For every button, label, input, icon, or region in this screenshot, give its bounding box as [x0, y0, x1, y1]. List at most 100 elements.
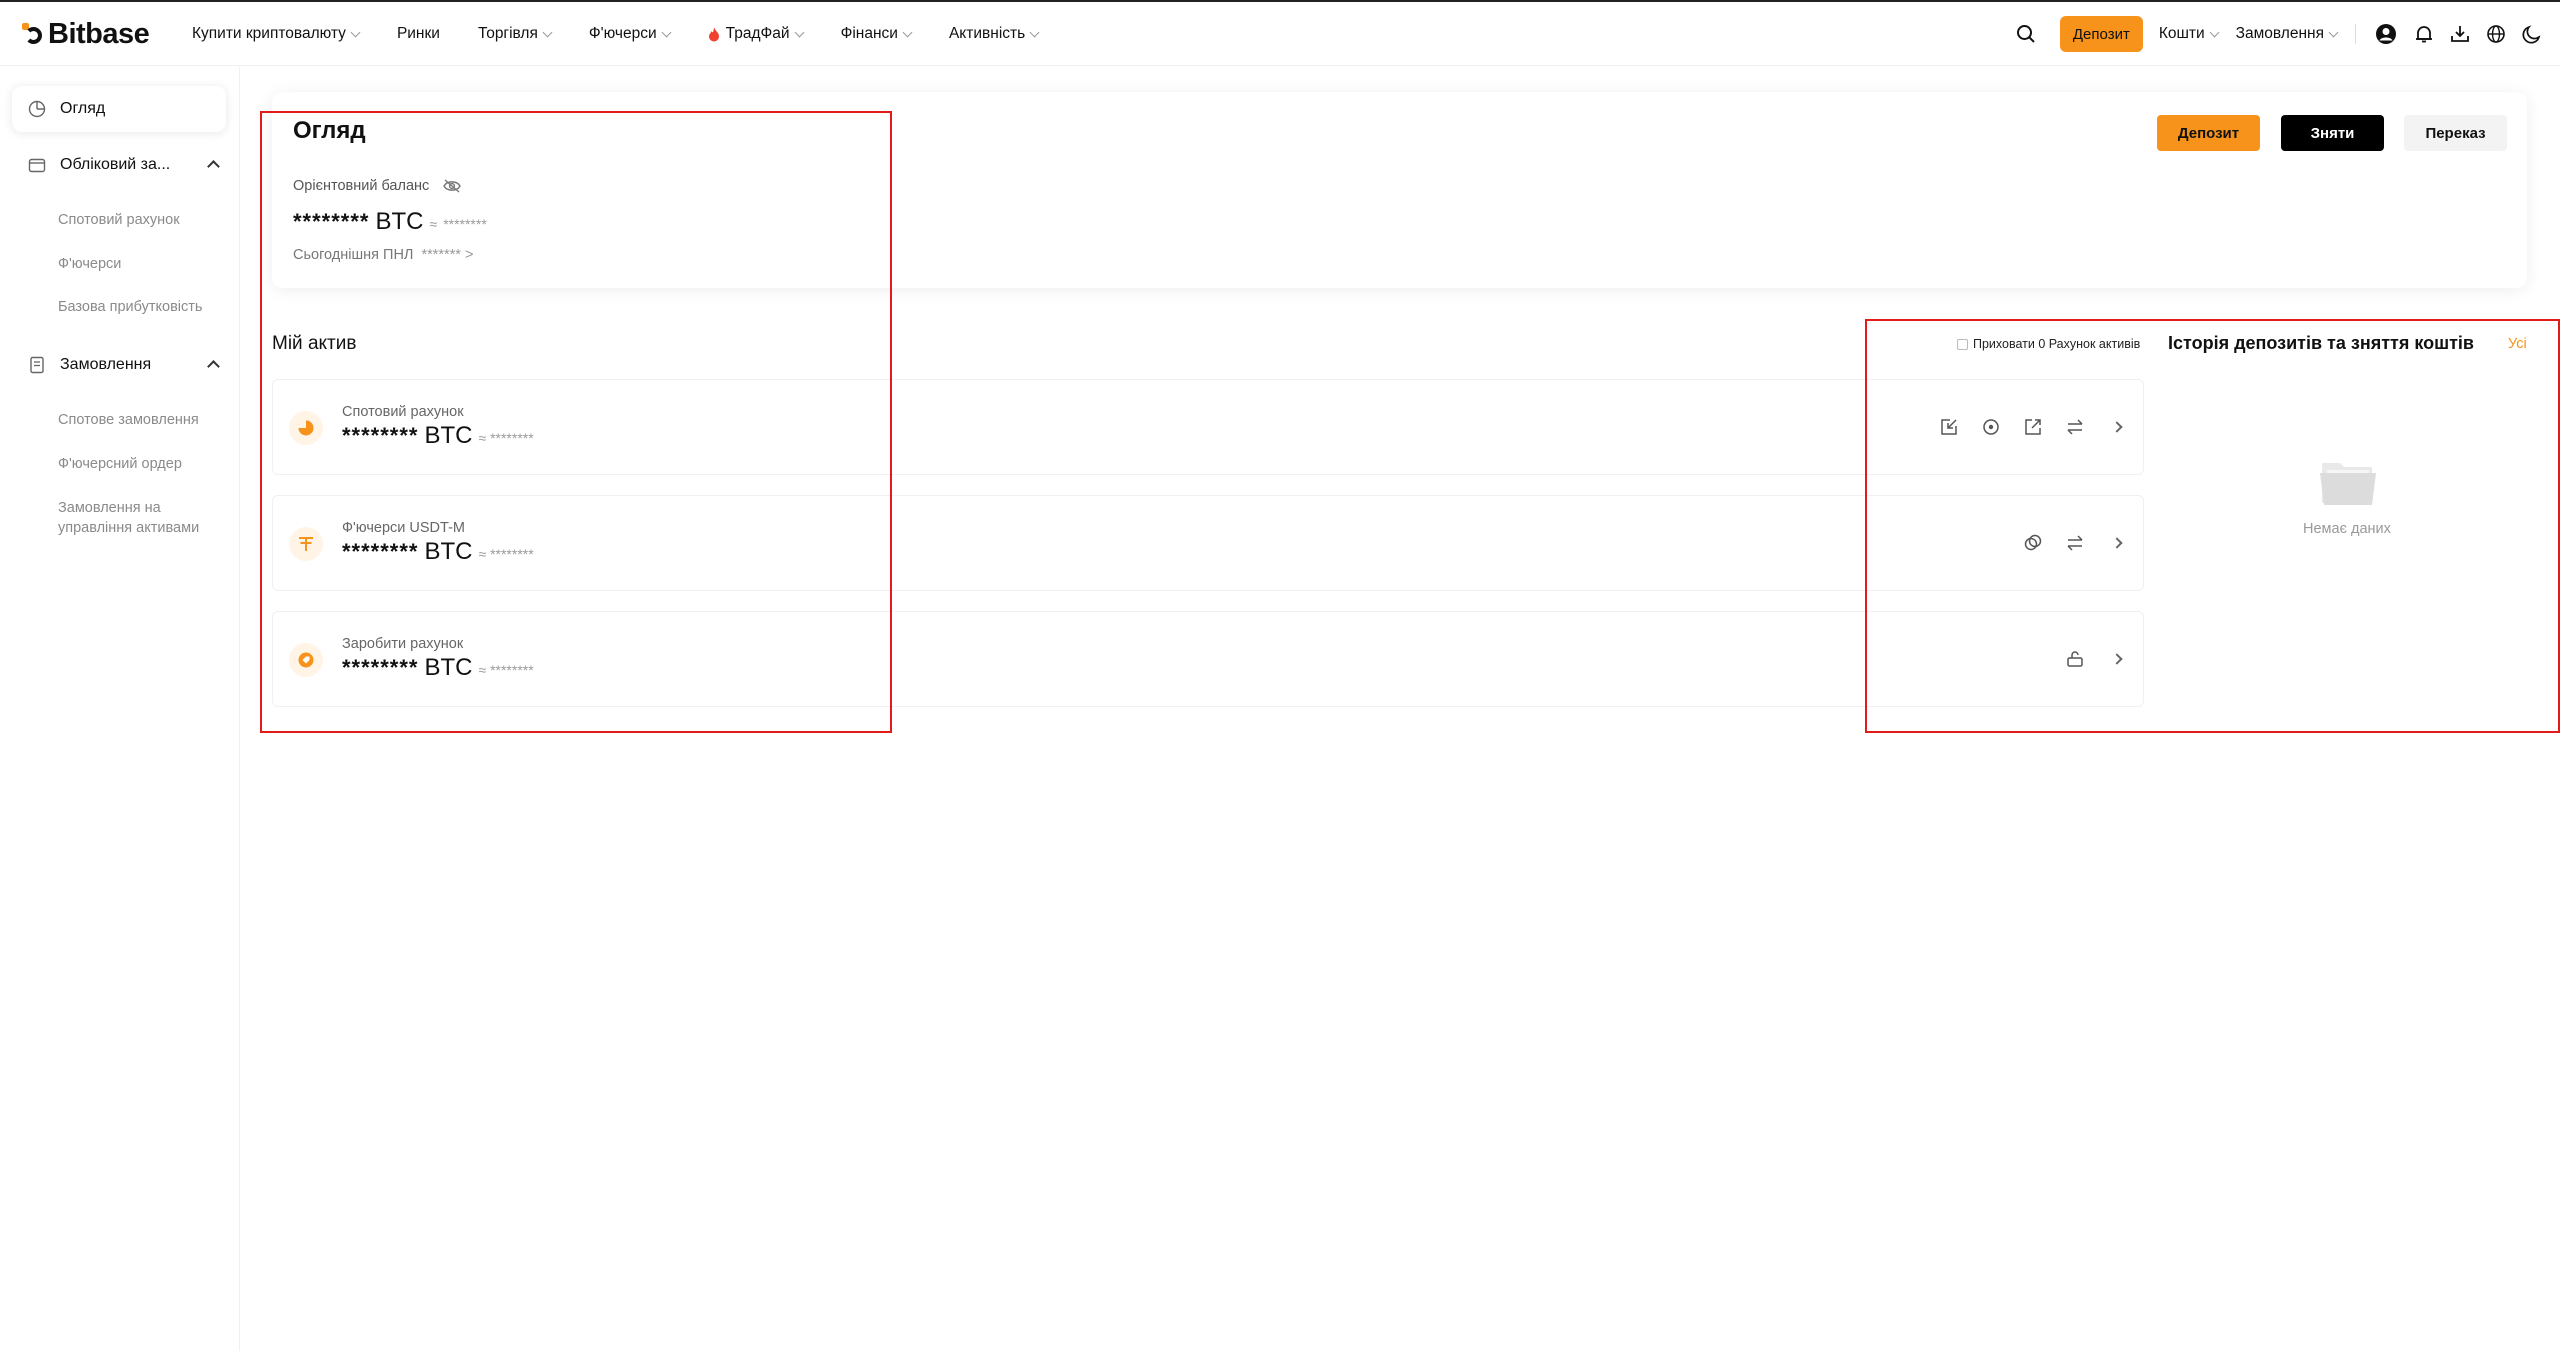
deposit-button[interactable]: Депозит — [2157, 115, 2260, 151]
sidebar-item-spot-orders[interactable]: Спотове замовлення — [58, 410, 199, 430]
header-funds-menu[interactable]: Кошти — [2158, 25, 2220, 43]
sidebar-group-orders[interactable]: Замовлення — [28, 356, 220, 374]
header-orders-menu[interactable]: Замовлення — [2236, 25, 2339, 43]
user-icon[interactable] — [2374, 22, 2398, 46]
nav-label: Активність — [948, 25, 1026, 42]
chevron-down-icon — [661, 27, 672, 37]
withdraw-out-icon[interactable] — [2023, 417, 2043, 437]
asset-name: Ф'ючерси USDT-M — [342, 520, 465, 536]
nav-finance[interactable]: Фінанси — [840, 25, 913, 43]
top-header: Bitbase Купити криптовалюту Ринки Торгів… — [0, 2, 2560, 66]
chevron-down-icon — [2209, 27, 2220, 37]
transfer-icon[interactable] — [2065, 417, 2085, 437]
asset-value: ******** BTC ≈ ******** — [342, 654, 534, 682]
nav-label: Ф'ючерси — [588, 25, 657, 42]
chevron-right-icon[interactable] — [2107, 649, 2127, 669]
asset-actions — [2023, 530, 2127, 556]
chevron-down-icon — [2328, 27, 2339, 37]
balance-hidden: ******** — [293, 209, 370, 234]
history-all-link[interactable]: Усі — [2508, 336, 2527, 352]
nav-markets[interactable]: Ринки — [397, 25, 440, 43]
asset-value-hidden: ******** — [342, 539, 419, 564]
asset-actions — [2065, 646, 2127, 672]
sidebar-item-base-yield[interactable]: Базова прибутковість — [58, 297, 202, 317]
chevron-up-icon — [207, 360, 220, 373]
history-title: Історія депозитів та зняття коштів — [2168, 333, 2474, 353]
sidebar-item-overview[interactable]: Огляд — [12, 86, 226, 132]
header-deposit-button[interactable]: Депозит — [2059, 16, 2143, 52]
asset-coin: BTC — [424, 654, 473, 681]
nav-tradfi[interactable]: ТрадФай — [708, 25, 805, 43]
divider — [2355, 24, 2356, 44]
chevron-down-icon — [542, 27, 553, 37]
nav-label: Ринки — [396, 25, 440, 42]
nav-label: Фінанси — [840, 25, 898, 42]
pie-clock-icon — [28, 100, 46, 118]
nav-activity[interactable]: Активність — [948, 25, 1040, 43]
estimated-balance-value: ******** BTC ≈ ******** — [293, 208, 487, 236]
sidebar-item-futures-orders[interactable]: Ф'ючерсний ордер — [58, 454, 182, 474]
asset-row-futures[interactable]: Ф'ючерси USDT-M ******** BTC ≈ ******** — [272, 495, 2144, 591]
approx-symbol: ≈ — [429, 216, 438, 232]
withdraw-button[interactable]: Зняти — [2281, 115, 2384, 151]
document-icon — [30, 356, 44, 374]
eye-off-icon[interactable] — [443, 179, 462, 193]
funds-label: Кошти — [2158, 25, 2205, 42]
balance-approx-hidden: ******** — [443, 216, 487, 232]
earn-box-icon[interactable] — [2065, 649, 2085, 669]
transfer-icon[interactable] — [2065, 533, 2085, 553]
asset-value-hidden: ******** — [342, 655, 419, 680]
asset-coin: BTC — [424, 538, 473, 565]
logo-icon — [22, 23, 44, 45]
earn-tag-icon — [289, 643, 323, 677]
sidebar-group-label: Замовлення — [60, 356, 152, 373]
chevron-right-icon[interactable] — [2107, 417, 2127, 437]
asset-row-spot[interactable]: Спотовий рахунок ******** BTC ≈ ******** — [272, 379, 2144, 475]
deposit-in-icon[interactable] — [1939, 417, 1959, 437]
hide-zero-toggle[interactable]: Приховати 0 Рахунок активів — [1957, 337, 2140, 351]
pnl-value: ******* > — [421, 247, 474, 263]
no-data-text: Немає даних — [2303, 521, 2391, 537]
logo[interactable]: Bitbase — [22, 18, 150, 50]
convert-icon[interactable] — [1981, 417, 2001, 437]
asset-approx: ≈ ******** — [478, 546, 534, 562]
sidebar-item-spot[interactable]: Спотовий рахунок — [58, 210, 180, 230]
fire-icon — [708, 26, 719, 41]
asset-row-earn[interactable]: Заробити рахунок ******** BTC ≈ ******** — [272, 611, 2144, 707]
asset-value: ******** BTC ≈ ******** — [342, 422, 534, 450]
bell-icon[interactable] — [2412, 22, 2436, 46]
page-title: Огляд — [293, 117, 366, 144]
coins-icon[interactable] — [2023, 533, 2043, 553]
asset-approx: ≈ ******** — [478, 430, 534, 446]
chevron-up-icon — [207, 160, 220, 173]
header-actions: Депозит Кошти Замовлення — [2014, 2, 2560, 66]
chevron-right-icon[interactable] — [2107, 533, 2127, 553]
hide-zero-label: Приховати 0 Рахунок активів — [1973, 337, 2141, 351]
nav-label: Купити криптовалюту — [192, 25, 346, 42]
chevron-down-icon — [794, 27, 805, 37]
chevron-down-icon — [350, 27, 361, 37]
nav-trade[interactable]: Торгівля — [478, 25, 553, 43]
sidebar-item-futures[interactable]: Ф'ючерси — [58, 254, 121, 274]
asset-name: Заробити рахунок — [342, 636, 464, 652]
asset-actions — [1939, 414, 2127, 440]
theme-moon-icon[interactable] — [2520, 22, 2544, 46]
download-icon[interactable] — [2448, 22, 2472, 46]
my-assets-title: Мій актив — [272, 333, 357, 354]
nav-futures[interactable]: Ф'ючерси — [588, 25, 672, 43]
globe-icon[interactable] — [2484, 22, 2508, 46]
pnl-label: Сьогоднішня ПНЛ — [293, 247, 414, 263]
balance-coin: BTC — [375, 208, 424, 235]
transfer-button[interactable]: Переказ — [2404, 115, 2507, 151]
tether-icon — [289, 527, 323, 561]
search-icon[interactable] — [2014, 22, 2038, 46]
hide-zero-checkbox[interactable] — [1957, 338, 1968, 350]
nav-buy-crypto[interactable]: Купити криптовалюту — [192, 25, 361, 43]
sidebar-item-asset-mgmt-orders[interactable]: Замовлення на управління активами — [58, 498, 223, 538]
todays-pnl[interactable]: Сьогоднішня ПНЛ ******* > — [293, 247, 473, 263]
nav-label: ТрадФай — [725, 25, 790, 42]
est-balance-text: Орієнтовний баланс — [293, 178, 430, 194]
sidebar-group-account[interactable]: Обліковий за... — [28, 156, 220, 174]
sidebar-item-label: Огляд — [60, 100, 106, 117]
asset-value: ******** BTC ≈ ******** — [342, 538, 534, 566]
